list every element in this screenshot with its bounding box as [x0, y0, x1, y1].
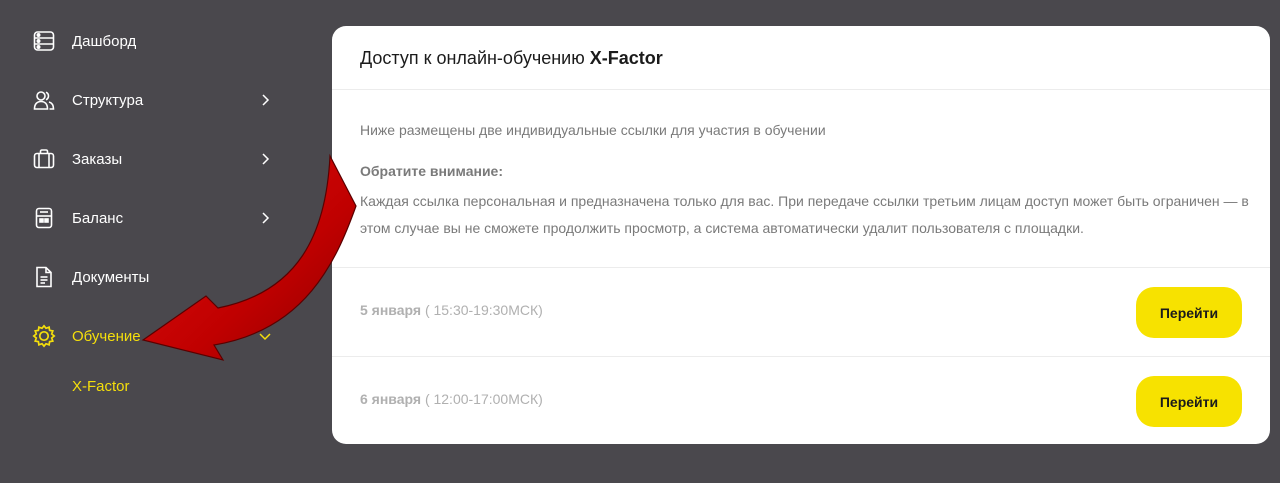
- card-title-brand: X-Factor: [589, 48, 663, 68]
- session-time: ( 12:00-17:00МСК): [424, 391, 543, 407]
- sidebar-item-label: Баланс: [72, 209, 124, 227]
- intro-text: Ниже размещены две индивидуальные ссылки…: [360, 122, 826, 138]
- sidebar-item-label: Структура: [72, 91, 144, 109]
- go-button[interactable]: Перейти: [1136, 287, 1242, 338]
- gear-icon: [32, 324, 56, 348]
- briefcase-icon: [32, 147, 56, 171]
- chevron-right-icon: [258, 93, 272, 107]
- page: Дашборд Структура Заказы Баланс Документ…: [0, 0, 1280, 483]
- sidebar-item-label: Документы: [72, 268, 150, 286]
- session-day: 5 января: [360, 302, 422, 318]
- wallet-icon: [32, 206, 56, 230]
- session-time: ( 15:30-19:30МСК): [424, 302, 543, 318]
- sidebar-subitem-x-factor[interactable]: X-Factor: [72, 378, 130, 395]
- sidebar-item-label: Заказы: [72, 150, 123, 168]
- document-icon: [32, 265, 56, 289]
- go-button[interactable]: Перейти: [1136, 376, 1242, 427]
- session-row: 6 января ( 12:00-17:00МСК) Перейти: [332, 357, 1270, 444]
- session-day: 6 января: [360, 391, 422, 407]
- chevron-right-icon: [258, 152, 272, 166]
- sidebar-item-structure[interactable]: Структура: [32, 85, 272, 115]
- dashboard-icon: [32, 29, 56, 53]
- session-date: 5 января ( 15:30-19:30МСК): [360, 302, 543, 318]
- sidebar-item-dashboard[interactable]: Дашборд: [32, 26, 272, 56]
- sidebar-item-learning[interactable]: Обучение: [32, 321, 272, 351]
- session-row: 5 января ( 15:30-19:30МСК) Перейти: [332, 268, 1270, 356]
- divider: [332, 89, 1270, 90]
- users-icon: [32, 88, 56, 112]
- sidebar: Дашборд Структура Заказы Баланс Документ…: [0, 0, 300, 483]
- sidebar-item-orders[interactable]: Заказы: [32, 144, 272, 174]
- notice-title: Обратите внимание:: [360, 163, 504, 179]
- notice-text: Каждая ссылка персональная и предназначе…: [360, 193, 1249, 236]
- sidebar-item-documents[interactable]: Документы: [32, 262, 272, 292]
- card-title: Доступ к онлайн-обучению X-Factor: [360, 48, 663, 69]
- sidebar-item-balance[interactable]: Баланс: [32, 203, 272, 233]
- session-date: 6 января ( 12:00-17:00МСК): [360, 391, 543, 407]
- sidebar-item-label: Обучение: [72, 327, 141, 345]
- training-access-card: Доступ к онлайн-обучению X-Factor Ниже р…: [332, 26, 1270, 444]
- sidebar-item-label: Дашборд: [72, 32, 137, 50]
- card-title-text: Доступ к онлайн-обучению: [360, 48, 590, 68]
- chevron-down-icon: [258, 329, 272, 343]
- chevron-right-icon: [258, 211, 272, 225]
